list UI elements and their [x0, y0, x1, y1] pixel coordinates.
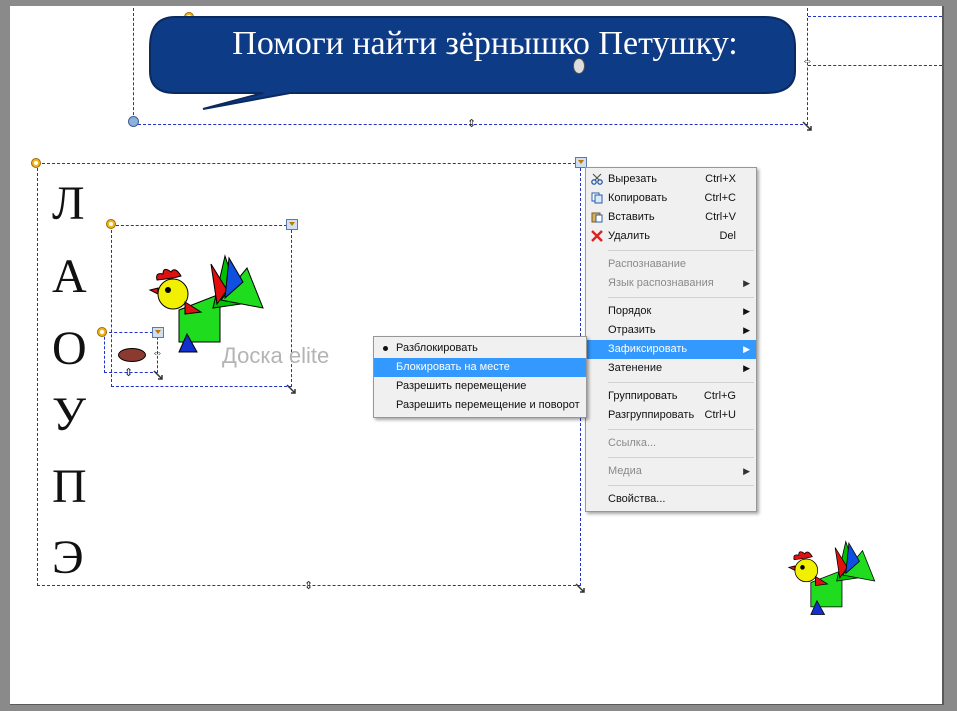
submenu-item-label: Разрешить перемещение и поворот [396, 399, 580, 411]
banner-right-selection-box [808, 16, 942, 66]
paste-icon [591, 211, 603, 223]
submenu-arrow-icon: ▶ [743, 325, 750, 335]
lock-submenu: Разблокировать Блокировать на месте Разр… [373, 336, 587, 418]
menu-item-copy[interactable]: Копировать Ctrl+C [586, 189, 756, 208]
menu-item-label: Ссылка... [608, 437, 657, 449]
scissors-icon [591, 173, 603, 185]
submenu-item-unlock[interactable]: Разблокировать [374, 339, 586, 358]
menu-item-label: Язык распознавания [608, 277, 714, 289]
banner-height-handle[interactable]: ⇕ [467, 119, 476, 130]
menu-item-shading[interactable]: Затенение ▶ [586, 359, 756, 378]
menu-item-label: Удалить [608, 230, 650, 242]
menu-item-recognition-language: Язык распознавания ▶ [586, 274, 756, 293]
seed-height-handle[interactable]: ⇕ [124, 368, 133, 379]
context-menu: Вырезать Ctrl+X Копировать Ctrl+C Встави… [585, 167, 757, 512]
menu-item-shortcut: Ctrl+X [705, 173, 736, 185]
letter-2: А [52, 250, 87, 303]
menu-item-delete[interactable]: Удалить Del [586, 227, 756, 246]
menu-separator [608, 457, 754, 458]
menu-separator [608, 297, 754, 298]
menu-item-label: Медиа [608, 465, 642, 477]
banner-anchor-icon [128, 116, 139, 127]
submenu-arrow-icon: ▶ [743, 278, 750, 288]
rooster-menu-button[interactable] [286, 219, 298, 230]
seed-resize-handle[interactable] [153, 367, 163, 380]
rooster-resize-handle[interactable] [286, 381, 296, 394]
submenu-item-allow-move[interactable]: Разрешить перемещение [374, 377, 586, 396]
menu-item-link: Ссылка... [586, 434, 756, 453]
menu-item-shortcut: Del [719, 230, 736, 242]
menu-separator [608, 250, 754, 251]
menu-item-cut[interactable]: Вырезать Ctrl+X [586, 170, 756, 189]
menu-item-label: Отразить [608, 324, 656, 336]
menu-item-shortcut: Ctrl+U [704, 409, 736, 421]
menu-item-label: Затенение [608, 362, 663, 374]
menu-item-label: Распознавание [608, 258, 686, 270]
submenu-arrow-icon: ▶ [743, 466, 750, 476]
group-resize-handle[interactable] [575, 580, 585, 593]
copy-icon [591, 192, 603, 204]
menu-item-flip[interactable]: Отразить ▶ [586, 321, 756, 340]
selected-bullet-icon [383, 346, 388, 351]
menu-item-label: Свойства... [608, 493, 666, 505]
banner-width-handle[interactable]: ⇔ [802, 56, 813, 67]
menu-item-shortcut: Ctrl+C [704, 192, 736, 204]
submenu-arrow-icon: ▶ [743, 306, 750, 316]
letter-6: Э [52, 531, 84, 584]
banner-title: Помоги найти зёрнышко Петушку: [232, 25, 738, 62]
submenu-item-label: Разблокировать [396, 342, 478, 354]
menu-item-label: Вставить [608, 211, 655, 223]
menu-item-lock[interactable]: Зафиксировать ▶ [586, 340, 756, 359]
menu-item-paste[interactable]: Вставить Ctrl+V [586, 208, 756, 227]
submenu-item-lock-in-place[interactable]: Блокировать на месте [374, 358, 586, 377]
banner-resize-handle[interactable] [802, 118, 812, 131]
watermark-text: Доска elite [222, 343, 330, 368]
submenu-item-label: Разрешить перемещение [396, 380, 527, 392]
menu-item-order[interactable]: Порядок ▶ [586, 302, 756, 321]
submenu-arrow-icon: ▶ [743, 344, 750, 354]
menu-separator [608, 485, 754, 486]
menu-item-label: Группировать [608, 390, 678, 402]
menu-item-shortcut: Ctrl+G [703, 390, 736, 402]
menu-item-media: Медиа ▶ [586, 462, 756, 481]
menu-item-label: Вырезать [608, 173, 657, 185]
menu-item-label: Порядок [608, 305, 652, 317]
menu-item-recognition: Распознавание [586, 255, 756, 274]
menu-separator [608, 429, 754, 430]
letter-5: П [52, 460, 87, 513]
seed-width-handle[interactable]: ⇔ [152, 348, 163, 359]
group-height-handle[interactable]: ⇕ [304, 581, 313, 592]
rooster-image-2[interactable] [785, 532, 880, 627]
menu-item-label: Разгруппировать [608, 409, 695, 421]
menu-item-group[interactable]: Группировать Ctrl+G [586, 387, 756, 406]
letter-4: У [52, 388, 86, 441]
rooster-rotate-handle[interactable] [106, 219, 116, 229]
submenu-item-allow-move-rotate[interactable]: Разрешить перемещение и поворот [374, 396, 586, 415]
submenu-arrow-icon: ▶ [743, 363, 750, 373]
delete-icon [591, 230, 603, 242]
seed-rotate-handle[interactable] [97, 327, 107, 337]
submenu-item-label: Блокировать на месте [396, 361, 510, 373]
banner-move-handle[interactable] [573, 58, 585, 74]
letter-3: О [52, 322, 87, 375]
menu-item-properties[interactable]: Свойства... [586, 490, 756, 509]
group-rotate-handle[interactable] [31, 158, 41, 168]
menu-item-label: Копировать [608, 192, 668, 204]
seed-ellipse[interactable] [118, 348, 146, 362]
menu-separator [608, 382, 754, 383]
seed-menu-button[interactable] [152, 327, 164, 338]
menu-item-ungroup[interactable]: Разгруппировать Ctrl+U [586, 406, 756, 425]
letter-1: Л [52, 177, 85, 230]
menu-item-shortcut: Ctrl+V [705, 211, 736, 223]
menu-item-label: Зафиксировать [608, 343, 688, 355]
